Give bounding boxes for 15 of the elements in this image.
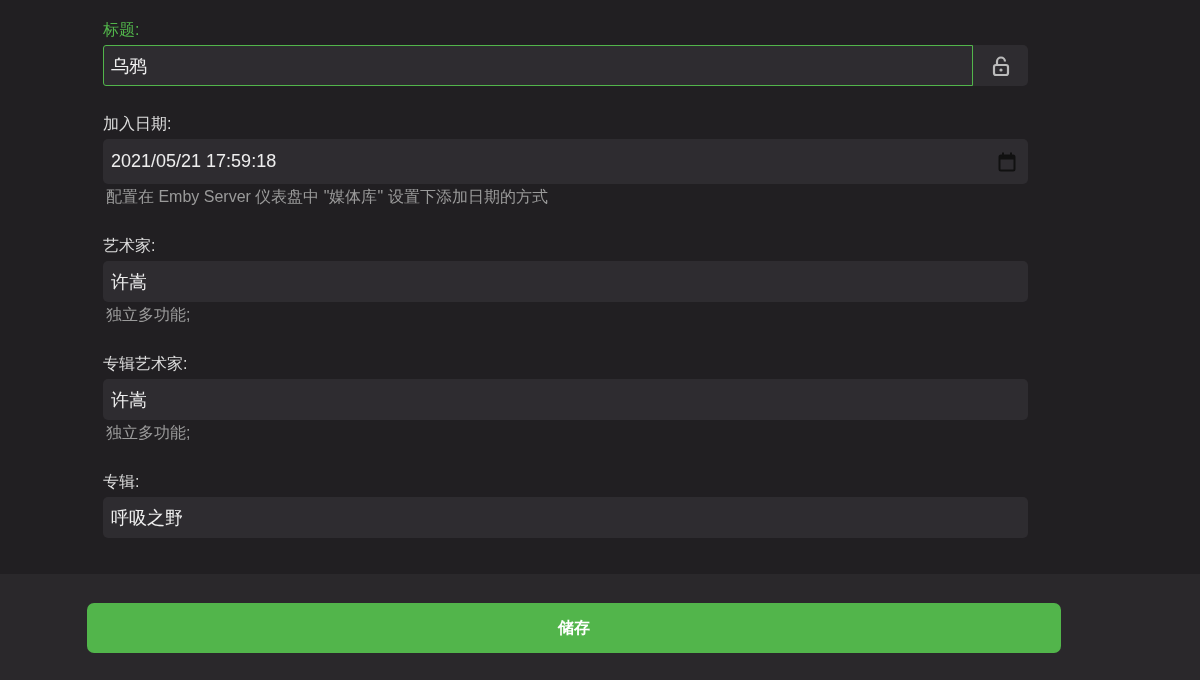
text-field[interactable]: 许嵩 [103, 261, 1028, 302]
field-label: 专辑: [103, 472, 141, 492]
date-field[interactable]: 2021/05/21 17:59:18 [103, 139, 1028, 184]
text-field[interactable]: 许嵩 [103, 379, 1028, 420]
field-hint: 独立多功能; [105, 305, 192, 325]
text-field[interactable]: 乌鸦 [103, 45, 973, 86]
field-label: 艺术家: [103, 236, 157, 256]
field-hint: 配置在 Emby Server 仪表盘中 "媒体库" 设置下添加日期的方式 [105, 187, 549, 207]
padlock-icon [990, 54, 1011, 77]
field-label: 加入日期: [103, 114, 173, 134]
field-hint: 独立多功能; [105, 423, 192, 443]
field-label: 专辑艺术家: [103, 354, 189, 374]
field-label: 标题: [103, 20, 141, 40]
text-field[interactable]: 呼吸之野 [103, 497, 1028, 538]
lock-button[interactable] [973, 45, 1028, 86]
